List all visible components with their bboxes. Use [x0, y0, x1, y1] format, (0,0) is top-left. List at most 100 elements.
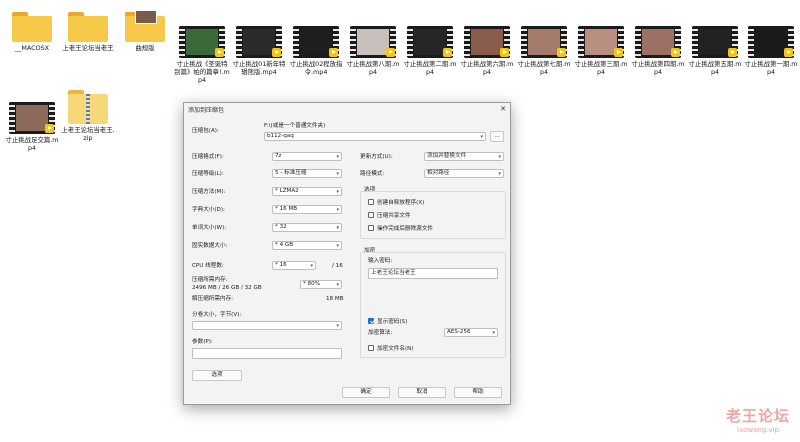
dialog-titlebar: 添加到压缩包 ✕: [184, 103, 510, 115]
browse-button[interactable]: ...: [490, 131, 504, 142]
format-select[interactable]: 7z ▾: [272, 152, 342, 161]
video-file-icon: [521, 26, 567, 58]
decompress-memory-value: 18 MB: [326, 296, 344, 302]
threads-select[interactable]: * 16 ▾: [272, 261, 316, 270]
params-input[interactable]: [192, 348, 342, 359]
desktop-item-video[interactable]: 寸止挑战《圣诞特别篇》帕的篇章!.mp4: [174, 22, 230, 84]
memory-value: * 80%: [303, 281, 321, 287]
archive-path-value: b112-qaq: [267, 133, 294, 139]
chevron-down-icon: ▾: [310, 263, 313, 269]
video-file-icon: [748, 26, 794, 58]
chevron-down-icon: ▾: [336, 154, 339, 160]
split-label: 分卷大小，字节(V):: [192, 312, 242, 318]
update-mode-select[interactable]: 添加并替换文件 ▾: [424, 152, 504, 161]
dict-value: * 16 MB: [275, 206, 298, 212]
method-label: 压缩方法(M):: [192, 189, 226, 195]
params-label: 参数(P):: [192, 339, 213, 345]
encryption-method-label: 加密算法:: [368, 330, 393, 336]
chevron-down-icon: ▾: [336, 171, 339, 177]
ok-button[interactable]: 确定: [342, 387, 390, 398]
desktop-item-video[interactable]: 寸止挑战第七期.mp4: [516, 22, 572, 76]
video-file-icon: [236, 26, 282, 58]
memory-select[interactable]: * 80% ▾: [300, 280, 342, 289]
dict-select[interactable]: * 16 MB ▾: [272, 205, 342, 214]
desktop-item-folder[interactable]: 曲规版: [117, 8, 173, 52]
archive-hint: F:\(或是一个普通文件夹): [264, 123, 326, 129]
desktop-item-video[interactable]: 寸止挑战第六期.mp4: [459, 22, 515, 76]
file-label: 寸止挑战足交篇.mp4: [5, 136, 59, 152]
video-file-icon: [635, 26, 681, 58]
chevron-down-icon: ▾: [492, 330, 495, 336]
desktop-item-folder[interactable]: __MACOSX: [4, 8, 60, 52]
path-mode-value: 相对路径: [427, 170, 450, 176]
desktop-item-video[interactable]: 寸止挑战足交篇.mp4: [4, 98, 60, 152]
level-label: 压缩等级(L):: [192, 171, 224, 177]
checkbox-box: [368, 345, 374, 351]
show-password-checkbox[interactable]: 显示密码(S): [368, 317, 407, 325]
close-icon[interactable]: ✕: [496, 103, 510, 115]
sfx-checkbox[interactable]: 创建自释放程序(X): [368, 198, 424, 206]
video-file-icon: [578, 26, 624, 58]
chevron-down-icon: ▾: [336, 282, 339, 288]
desktop-item-folder[interactable]: 上老王论坛当老王: [60, 8, 116, 52]
level-value: 5 - 标准压缩: [275, 170, 307, 176]
chevron-down-icon: ▾: [336, 323, 339, 329]
chevron-down-icon: ▾: [336, 225, 339, 231]
file-label: 寸止挑战01新年特辑熊版.mp4: [232, 60, 286, 76]
archive-path-input[interactable]: b112-qaq ▾: [264, 132, 486, 141]
desktop-item-video[interactable]: 寸止挑战第一期.mp4: [743, 22, 799, 76]
desktop-item-video[interactable]: 寸止挑战第二期.mp4: [402, 22, 458, 76]
file-label: 寸止挑战《圣诞特别篇》帕的篇章!.mp4: [174, 60, 230, 84]
word-select[interactable]: * 32 ▾: [272, 223, 342, 232]
zip-archive-icon: [68, 90, 108, 124]
help-button[interactable]: 帮助: [454, 387, 502, 398]
file-label: 寸止挑战02程放指令.mp4: [289, 60, 343, 76]
desktop-item-video[interactable]: 寸止挑战02程放指令.mp4: [288, 22, 344, 76]
chevron-down-icon: ▾: [336, 207, 339, 213]
delete-source-checkbox[interactable]: 操作完成后删除源文件: [368, 224, 433, 232]
desktop-item-zip[interactable]: 上老王论坛当老王.zip: [60, 88, 116, 142]
file-label: 寸止挑战第二期.mp4: [403, 60, 457, 76]
encryption-method-select[interactable]: AES-256 ▾: [444, 328, 498, 337]
folder-icon: [68, 12, 108, 42]
checkbox-box: [368, 225, 374, 231]
encrypt-filenames-checkbox[interactable]: 加密文件名(N): [368, 344, 414, 352]
password-input[interactable]: 上老王论坛当老王: [368, 268, 498, 279]
file-label: 寸止挑战第八期.mp4: [346, 60, 400, 76]
play-badge-icon: [671, 48, 680, 57]
video-file-icon: [179, 26, 225, 58]
play-badge-icon: [215, 48, 224, 57]
video-file-icon: [692, 26, 738, 58]
update-label: 更新方式(U):: [360, 154, 393, 160]
file-label: 上老王论坛当老王.zip: [61, 126, 115, 142]
method-select[interactable]: * LZMA2 ▾: [272, 187, 342, 196]
watermark-url: laowang.vip: [736, 426, 780, 434]
split-size-select[interactable]: ▾: [192, 321, 342, 330]
video-file-icon: [464, 26, 510, 58]
memory-detail: 2496 MB / 26 GB / 32 GB: [192, 285, 262, 291]
desktop-item-video[interactable]: 寸止挑战第四期.mp4: [630, 22, 686, 76]
options-button[interactable]: 选项: [192, 370, 242, 381]
level-select[interactable]: 5 - 标准压缩 ▾: [272, 169, 342, 178]
desktop-item-video[interactable]: 寸止挑战第五期.mp4: [687, 22, 743, 76]
password-label: 输入密码:: [368, 258, 393, 264]
method-value: * LZMA2: [275, 188, 299, 194]
desktop-item-video[interactable]: 寸止挑战第八期.mp4: [345, 22, 401, 76]
chevron-down-icon: ▾: [498, 154, 501, 160]
update-value: 添加并替换文件: [427, 153, 467, 159]
file-label: 寸止挑战第六期.mp4: [460, 60, 514, 76]
desktop-item-video[interactable]: 寸止挑战01新年特辑熊版.mp4: [231, 22, 287, 76]
play-badge-icon: [784, 48, 793, 57]
file-label: __MACOSX: [14, 44, 50, 52]
word-value: * 32: [275, 224, 287, 230]
path-mode-select[interactable]: 相对路径 ▾: [424, 169, 504, 178]
play-badge-icon: [500, 48, 509, 57]
desktop-item-video[interactable]: 寸止挑战第三期.mp4: [573, 22, 629, 76]
chevron-down-icon: ▾: [498, 171, 501, 177]
threads-value: * 16: [275, 262, 287, 268]
solid-value: * 4 GB: [275, 242, 294, 248]
shared-files-checkbox[interactable]: 压缩共享文件: [368, 211, 411, 219]
solid-select[interactable]: * 4 GB ▾: [272, 241, 342, 250]
play-badge-icon: [45, 124, 54, 133]
cancel-button[interactable]: 取消: [398, 387, 446, 398]
